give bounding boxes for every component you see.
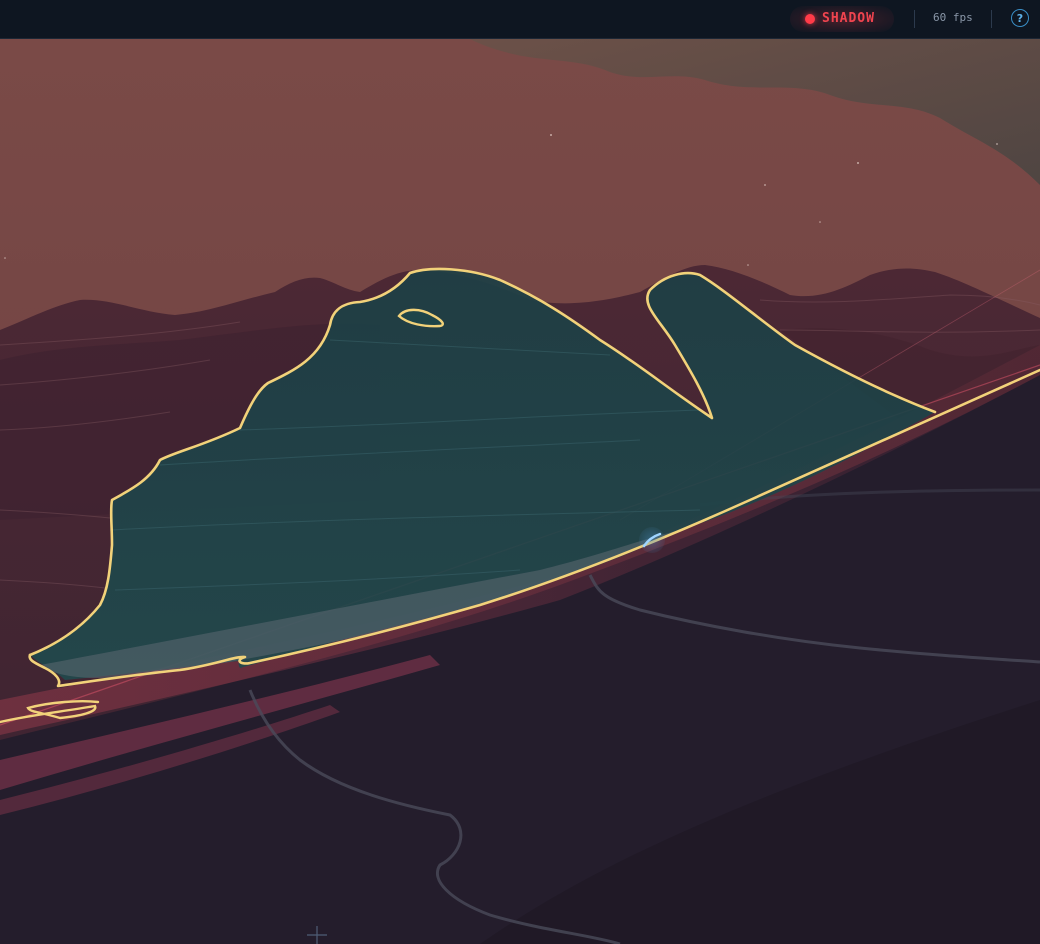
map-viewer: SHADOW 60 fps ? (0, 0, 1040, 944)
toolbar-divider (914, 10, 915, 28)
fps-counter: 60 fps (933, 11, 973, 24)
mode-label: SHADOW (822, 11, 875, 26)
map-canvas[interactable] (0, 39, 1040, 944)
location-marker-icon[interactable] (639, 527, 665, 553)
help-icon: ? (1016, 11, 1024, 25)
shadow-mode-button[interactable]: SHADOW (790, 6, 894, 32)
red-dot-icon (805, 14, 815, 24)
toolbar-divider (991, 10, 992, 28)
help-button[interactable]: ? (1011, 9, 1029, 27)
top-toolbar: SHADOW 60 fps ? (0, 0, 1040, 39)
